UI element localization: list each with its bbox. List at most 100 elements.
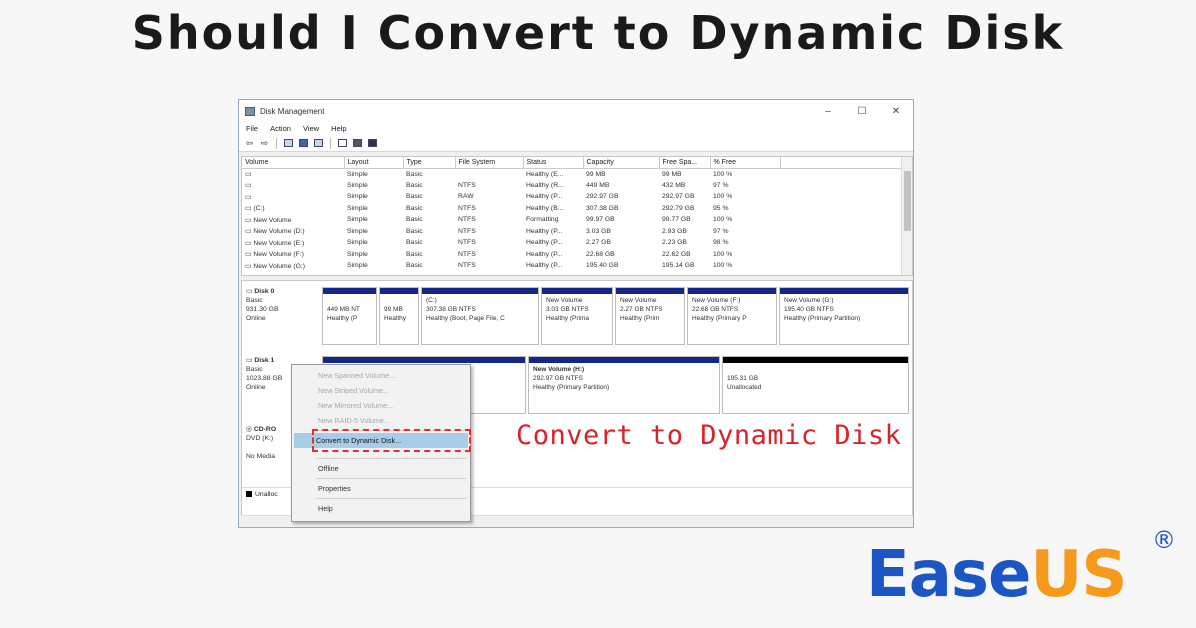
disk0-partition-c[interactable]: (C:) 307.38 GB NTFS Healthy (Boot, Page Fi… <box>421 287 539 345</box>
pct-cell: 100 % <box>713 262 733 270</box>
pct-cell: 98 % <box>713 239 729 247</box>
disk1-unallocated[interactable]: 195.31 GB Unallocated <box>722 356 909 414</box>
table-row[interactable]: ▭ Simple Basic Healthy (E... 99 MB 99 MB… <box>242 168 902 180</box>
table-row[interactable]: ▭ New Volume (G:) Simple Basic NTFS Heal… <box>242 260 902 272</box>
col-capacity[interactable]: Capacity <box>583 157 660 169</box>
layout-cell: Simple <box>347 227 368 235</box>
layout-cell: Simple <box>347 181 368 189</box>
menu-help[interactable]: Help <box>331 124 346 133</box>
disk0-partition[interactable]: New Volume 2.27 GB NTFS Healthy (Prim <box>615 287 685 345</box>
type-cell: Basic <box>406 262 423 270</box>
menu-view[interactable]: View <box>303 124 319 133</box>
layout-cell: Simple <box>347 204 368 212</box>
back-arrow-icon[interactable]: ⇦ <box>244 138 255 148</box>
fs-cell: NTFS <box>458 250 476 258</box>
col-status[interactable]: Status <box>523 157 584 169</box>
table-row[interactable]: ▭ New Volume Simple Basic NTFS Formattin… <box>242 214 902 226</box>
col-volume[interactable]: Volume <box>242 157 345 169</box>
layout-cell: Simple <box>347 170 368 178</box>
disk1-partition-h[interactable]: New Volume (H:) 292.97 GB NTFS Healthy (Pr… <box>528 356 720 414</box>
legend-unallocated: Unalloc <box>255 491 278 498</box>
free-cell: 99.77 GB <box>662 216 691 224</box>
col-type[interactable]: Type <box>403 157 456 169</box>
scrollbar-thumb[interactable] <box>904 171 911 231</box>
disk0-partition[interactable]: 449 MB NT Healthy (P <box>322 287 377 345</box>
menu-item-new-spanned-volume[interactable]: New Spanned Volume... <box>292 368 470 383</box>
disk0-partition[interactable]: 99 MB Healthy <box>379 287 419 345</box>
volume-icon: ▭ <box>245 182 252 190</box>
console-tree-icon[interactable] <box>283 138 294 148</box>
menu-item-new-raid5-volume[interactable]: New RAID-5 Volume... <box>292 413 470 428</box>
type-cell: Basic <box>406 181 423 189</box>
check-icon[interactable] <box>352 138 363 148</box>
fs-cell: RAW <box>458 193 474 201</box>
col-percent-free[interactable]: % Free <box>710 157 781 169</box>
volume-cell: ▭ New Volume (F:) <box>245 251 304 259</box>
highlight-box <box>312 429 471 452</box>
volume-list-scrollbar[interactable] <box>901 157 912 275</box>
capacity-cell: 3.03 GB <box>586 227 611 235</box>
window-title: Disk Management <box>260 106 325 116</box>
menu-separator <box>316 458 466 459</box>
volume-cell: ▭ <box>242 180 344 192</box>
pct-cell: 100 % <box>713 216 733 224</box>
capacity-cell: 307.38 GB <box>586 204 619 212</box>
volume-cell: ▭ New Volume <box>245 216 292 224</box>
col-file-system[interactable]: File System <box>455 157 524 169</box>
fs-cell: NTFS <box>458 262 476 270</box>
page-headline: Should I Convert to Dynamic Disk <box>131 6 1065 60</box>
table-row[interactable]: ▭ New Volume (D:) Simple Basic NTFS Heal… <box>242 226 902 238</box>
forward-arrow-icon[interactable]: ⇨ <box>259 138 270 148</box>
status-cell: Healthy (P... <box>526 193 563 201</box>
pct-cell: 100 % <box>713 250 733 258</box>
toolbar: ⇦ ⇨ <box>239 135 913 152</box>
registered-mark: ® <box>1152 526 1176 554</box>
free-cell: 22.62 GB <box>662 250 691 258</box>
status-cell: Formatting <box>526 216 559 224</box>
capacity-cell: 195.40 GB <box>586 262 619 270</box>
col-free-space[interactable]: Free Spa... <box>659 157 711 169</box>
menu-item-help[interactable]: Help <box>292 501 470 516</box>
menu-item-new-mirrored-volume[interactable]: New Mirrored Volume... <box>292 398 470 413</box>
capacity-cell: 292.97 GB <box>586 193 619 201</box>
maximize-button[interactable]: ☐ <box>845 106 879 117</box>
table-row[interactable]: ▭ New Volume (F:) Simple Basic NTFS Heal… <box>242 249 902 261</box>
status-cell: Healthy (P... <box>526 262 563 270</box>
menu-action[interactable]: Action <box>270 124 291 133</box>
volume-cell: ▭ New Volume (D:) <box>245 228 305 236</box>
volume-cell: ▭ (C:) <box>245 205 265 213</box>
unallocated-swatch <box>246 491 252 498</box>
layout-cell: Simple <box>347 250 368 258</box>
help-icon[interactable] <box>298 138 309 148</box>
table-row[interactable]: ▭ (C:) Simple Basic NTFS Healthy (B... 3… <box>242 203 902 215</box>
list-view-icon[interactable] <box>313 138 324 148</box>
table-row[interactable]: ▭ Simple Basic NTFS Healthy (R... 449 MB… <box>242 180 902 192</box>
type-cell: Basic <box>406 204 423 212</box>
disk0-label[interactable]: ▭ Disk 0 Basic 931.30 GB Online <box>246 287 320 323</box>
menu-item-properties[interactable]: Properties <box>292 481 470 496</box>
disk0-partition-g[interactable]: New Volume (G:) 195.40 GB NTFS Healthy (Pr… <box>779 287 909 345</box>
table-row[interactable]: ▭ New Volume (E:) Simple Basic NTFS Heal… <box>242 237 902 249</box>
fs-cell: NTFS <box>458 239 476 247</box>
minimize-button[interactable]: – <box>811 106 845 117</box>
menu-file[interactable]: File <box>246 124 258 133</box>
free-cell: 292.97 GB <box>662 193 695 201</box>
menu-item-offline[interactable]: Offline <box>292 461 470 476</box>
free-cell: 99 MB <box>662 170 682 178</box>
settings-icon[interactable] <box>367 138 378 148</box>
disk0-partition[interactable]: New Volume 3.03 GB NTFS Healthy (Prima <box>541 287 613 345</box>
table-row[interactable]: ▭ Simple Basic RAW Healthy (P... 292.97 … <box>242 191 902 203</box>
capacity-cell: 449 MB <box>586 181 610 189</box>
disk0-partition-f[interactable]: New Volume (F:) 22.68 GB NTFS Healthy (Pri… <box>687 287 777 345</box>
volume-cell: ▭ <box>242 168 344 180</box>
free-cell: 2.93 GB <box>662 227 687 235</box>
menu-item-new-striped-volume[interactable]: New Striped Volume... <box>292 383 470 398</box>
volume-icon: ▭ <box>245 171 252 178</box>
close-button[interactable]: ✕ <box>879 106 913 117</box>
volume-cell: ▭ New Volume (G:) <box>245 262 306 270</box>
properties-icon[interactable] <box>337 138 348 148</box>
type-cell: Basic <box>406 216 423 224</box>
menu-separator <box>316 478 466 479</box>
fs-cell: NTFS <box>458 181 476 189</box>
col-layout[interactable]: Layout <box>344 157 404 169</box>
